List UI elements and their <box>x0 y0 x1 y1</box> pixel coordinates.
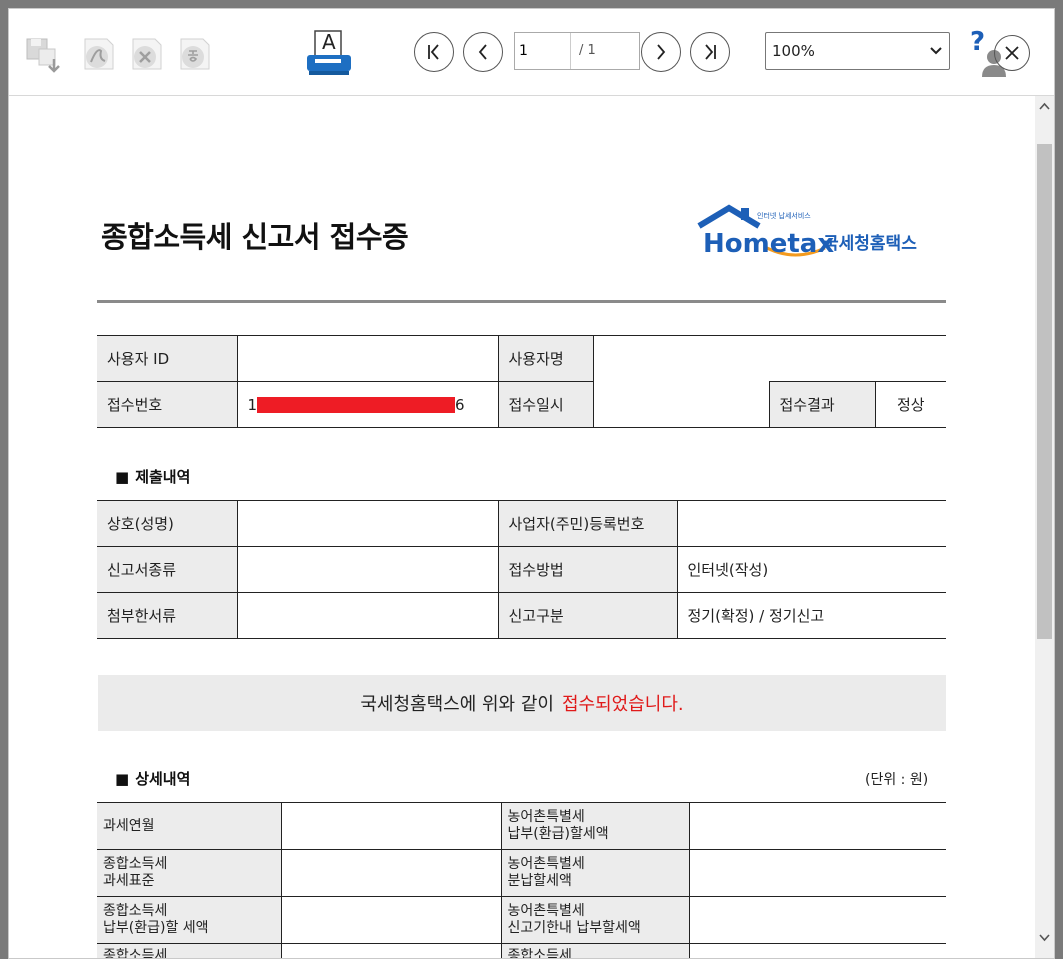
receipt-no-label: 접수번호 <box>97 381 238 428</box>
receipt-result-value: 정상 <box>875 381 946 428</box>
rural-tax-deadline-value <box>689 896 946 944</box>
user-name-value <box>593 335 946 382</box>
notice-text: 국세청홈택스에 위와 같이 <box>360 694 554 715</box>
page-number-input[interactable] <box>515 33 571 69</box>
income-tax-extra-label: 종합소득세 <box>97 943 282 958</box>
document-title: 종합소득세 신고서 접수증 <box>101 220 409 254</box>
user-id-value <box>237 335 499 382</box>
prev-page-button[interactable] <box>463 32 503 72</box>
trade-name-label: 상호(성명) <box>97 500 238 547</box>
report-viewer-modal: A / 1 100% <box>8 8 1055 959</box>
document-page: 종합소득세 신고서 접수증 인터넷 납세서비스 Hometax 국세청홈택스 사… <box>25 96 1035 958</box>
chevron-down-icon <box>930 47 942 55</box>
scroll-down-icon[interactable] <box>1039 934 1050 942</box>
rural-tax-installment-value <box>689 849 946 897</box>
save-icon[interactable] <box>23 35 63 75</box>
details-table: 과세연월 농어촌특별세 납부(환급)할세액 종합소득세 과세표준 농어촌특별세 분납할… <box>97 802 946 958</box>
income-tax-extra-value <box>281 943 502 958</box>
redaction-bar <box>257 397 456 413</box>
rural-tax-deadline-label: 농어촌특별세 신고기한내 납부할세액 <box>501 896 690 944</box>
category-label: 신고구분 <box>498 592 678 639</box>
logo-tagline: 인터넷 납세서비스 <box>757 211 811 220</box>
table-row: 접수번호 16 접수일시 접수결과 정상 <box>97 381 946 428</box>
attachments-value <box>237 592 499 639</box>
income-tax-payable-label: 종합소득세 납부(환급)할 세액 <box>97 896 282 944</box>
user-id-label: 사용자 ID <box>97 335 238 382</box>
pdf-icon[interactable] <box>79 35 119 75</box>
receipt-result-label: 접수결과 <box>768 381 876 428</box>
tax-period-label: 과세연월 <box>97 802 282 850</box>
print-icon[interactable]: A <box>305 29 353 79</box>
submission-heading: ■ 제출내역 <box>115 468 191 486</box>
trade-name-value <box>237 500 499 547</box>
chevron-left-icon <box>478 44 487 60</box>
income-tax-base-value <box>281 849 502 897</box>
tax-period-value <box>281 802 502 850</box>
close-button[interactable] <box>994 35 1030 71</box>
attachments-label: 첨부한서류 <box>97 592 238 639</box>
first-page-icon <box>428 44 439 60</box>
income-tax-extra-right-label: 종합소득세 <box>501 943 690 958</box>
close-icon <box>1005 46 1019 60</box>
zoom-value: 100% <box>772 42 815 60</box>
scroll-up-icon[interactable] <box>1039 102 1050 110</box>
basic-info-table: 사용자 ID 사용자명 접수번호 16 접수일시 접수결과 정상 <box>97 335 946 428</box>
form-type-value <box>237 546 499 593</box>
notice-highlight: 접수되었습니다. <box>561 694 684 715</box>
reg-no-label: 사업자(주민)등록번호 <box>498 500 678 547</box>
category-value: 정기(확정) / 정기신고 <box>677 592 946 639</box>
submission-table: 상호(성명) 사업자(주민)등록번호 신고서종류 접수방법 인터넷(작성) 첨부… <box>97 500 946 639</box>
reg-no-value <box>677 500 946 547</box>
last-page-button[interactable] <box>690 32 730 72</box>
excel-icon[interactable] <box>127 35 167 75</box>
income-tax-extra-right-value <box>689 943 946 958</box>
income-tax-base-label: 종합소득세 과세표준 <box>97 849 282 897</box>
method-label: 접수방법 <box>498 546 678 593</box>
rural-tax-payable-label: 농어촌특별세 납부(환급)할세액 <box>501 802 690 850</box>
vertical-scrollbar[interactable] <box>1035 96 1054 958</box>
receipt-notice: 국세청홈택스에 위와 같이 접수되었습니다. <box>98 675 946 731</box>
receipt-no-value: 16 <box>237 381 499 428</box>
hometax-logo: 인터넷 납세서비스 Hometax 국세청홈택스 <box>695 204 935 264</box>
page-total: / 1 <box>579 43 596 58</box>
receipt-time-label: 접수일시 <box>498 381 594 428</box>
table-row: 종합소득세 종합소득세 <box>97 943 946 958</box>
next-page-button[interactable] <box>641 32 681 72</box>
print-letter: A <box>322 30 336 54</box>
hwp-icon[interactable] <box>175 35 215 75</box>
details-heading: ■ 상세내역 <box>115 770 191 788</box>
table-row: 신고서종류 접수방법 인터넷(작성) <box>97 546 946 593</box>
method-value: 인터넷(작성) <box>677 546 946 593</box>
logo-brand: Hometax <box>703 229 834 259</box>
unit-label: (단위 : 원) <box>865 772 929 788</box>
logo-suffix: 국세청홈택스 <box>823 233 917 254</box>
scrollbar-thumb[interactable] <box>1037 144 1052 639</box>
user-name-label: 사용자명 <box>498 335 594 382</box>
last-page-icon <box>705 44 716 60</box>
chevron-right-icon <box>657 44 666 60</box>
receipt-time-value <box>593 381 769 428</box>
form-type-label: 신고서종류 <box>97 546 238 593</box>
viewer-toolbar: A / 1 100% <box>9 9 1054 96</box>
rural-tax-payable-value <box>689 802 946 850</box>
table-row: 종합소득세 과세표준 농어촌특별세 분납할세액 <box>97 849 946 897</box>
page-indicator: / 1 <box>514 32 640 70</box>
income-tax-payable-value <box>281 896 502 944</box>
table-row: 사용자 ID 사용자명 <box>97 335 946 382</box>
title-divider <box>97 300 946 303</box>
rural-tax-installment-label: 농어촌특별세 분납할세액 <box>501 849 690 897</box>
zoom-select[interactable]: 100% <box>765 32 950 70</box>
table-row: 상호(성명) 사업자(주민)등록번호 <box>97 500 946 547</box>
table-row: 종합소득세 납부(환급)할 세액 농어촌특별세 신고기한내 납부할세액 <box>97 896 946 944</box>
table-row: 첨부한서류 신고구분 정기(확정) / 정기신고 <box>97 592 946 639</box>
table-row: 과세연월 농어촌특별세 납부(환급)할세액 <box>97 802 946 850</box>
first-page-button[interactable] <box>414 32 454 72</box>
